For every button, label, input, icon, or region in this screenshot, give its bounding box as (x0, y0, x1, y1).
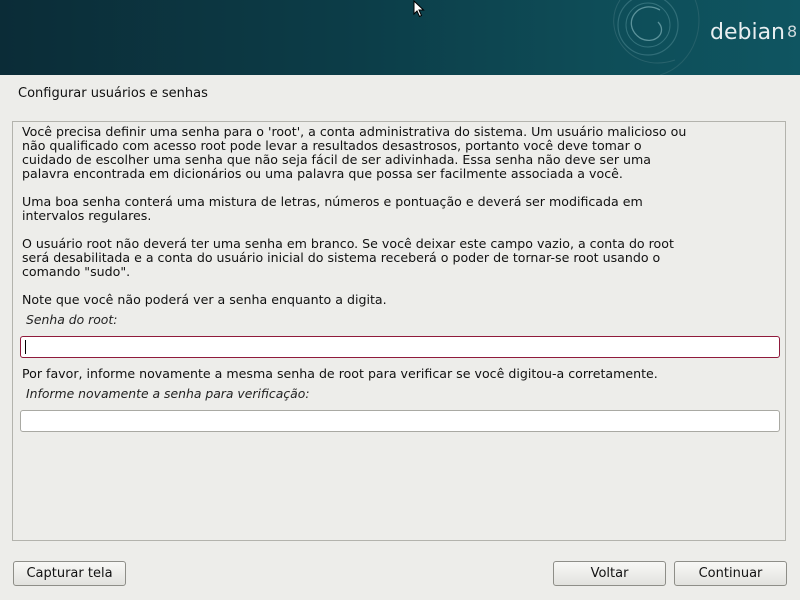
paragraph-line: não qualificado com acesso root pode lev… (22, 138, 642, 153)
paragraph-line: cuidado de escolher uma senha que não se… (22, 152, 652, 167)
content-panel (12, 121, 786, 541)
verify-password-input[interactable] (20, 410, 780, 432)
mouse-pointer-icon (413, 0, 425, 18)
paragraph-line: O usuário root não deverá ter uma senha … (22, 236, 674, 251)
good-password-paragraph: Uma boa senha conterá uma mistura de let… (22, 195, 782, 223)
paragraph-line: comando "sudo". (22, 264, 131, 279)
debian-logo-version: 8 (787, 22, 798, 41)
paragraph-line: intervalos regulares. (22, 208, 152, 223)
back-button[interactable]: Voltar (553, 561, 666, 586)
page-title: Configurar usuários e senhas (18, 86, 208, 101)
root-password-intro-paragraph: Você precisa definir uma senha para o 'r… (22, 125, 782, 181)
hidden-input-note: Note que você não poderá ver a senha enq… (22, 292, 387, 307)
paragraph-line: Você precisa definir uma senha para o 'r… (22, 124, 687, 139)
debian-banner: debian 8 (0, 0, 800, 75)
text-caret (25, 340, 26, 354)
paragraph-line: palavra encontrada em dicionários ou uma… (22, 166, 623, 181)
root-password-label: Senha do root: (26, 312, 118, 327)
paragraph-line: Uma boa senha conterá uma mistura de let… (22, 194, 643, 209)
blank-password-paragraph: O usuário root não deverá ter uma senha … (22, 237, 782, 279)
continue-button[interactable]: Continuar (674, 561, 787, 586)
root-password-input[interactable] (20, 336, 780, 358)
debian-logo: debian 8 (710, 20, 797, 45)
paragraph-line: será desabilitada e a conta do usuário i… (22, 250, 661, 265)
debian-logo-text: debian (710, 20, 786, 45)
verify-password-prompt: Por favor, informe novamente a mesma sen… (22, 366, 658, 381)
screenshot-button[interactable]: Capturar tela (13, 561, 126, 586)
verify-password-label: Informe novamente a senha para verificaç… (26, 386, 310, 401)
